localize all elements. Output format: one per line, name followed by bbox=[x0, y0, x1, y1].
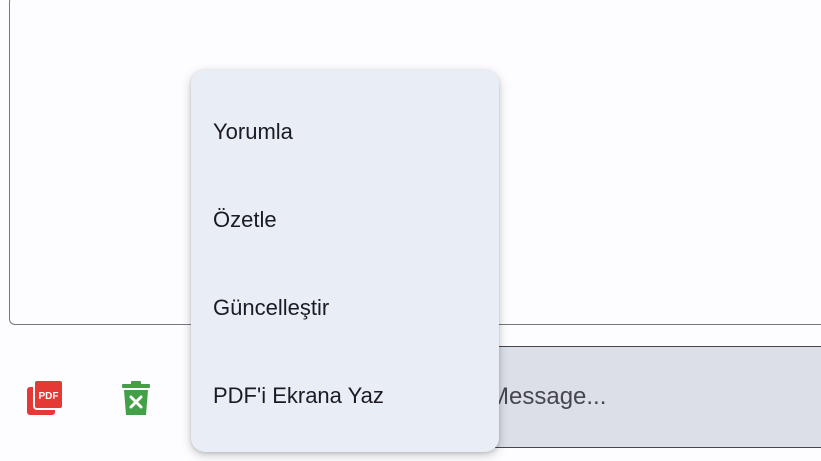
menu-item-yorumla[interactable]: Yorumla bbox=[191, 88, 499, 176]
menu-item-guncellestir[interactable]: Güncelleştir bbox=[191, 264, 499, 352]
trash-icon bbox=[122, 381, 150, 415]
pdf-button[interactable]: PDF bbox=[21, 374, 69, 422]
pdf-icon: PDF bbox=[27, 379, 64, 415]
menu-item-ozetle[interactable]: Özetle bbox=[191, 176, 499, 264]
popup-menu: Yorumla Özetle Güncelleştir PDF'i Ekrana… bbox=[191, 70, 499, 452]
message-input-field[interactable] bbox=[480, 346, 821, 448]
message-input[interactable] bbox=[481, 347, 821, 447]
menu-item-pdf-ekrana-yaz[interactable]: PDF'i Ekrana Yaz bbox=[191, 352, 499, 440]
delete-button[interactable] bbox=[112, 374, 160, 422]
pdf-icon-text: PDF bbox=[39, 391, 59, 402]
